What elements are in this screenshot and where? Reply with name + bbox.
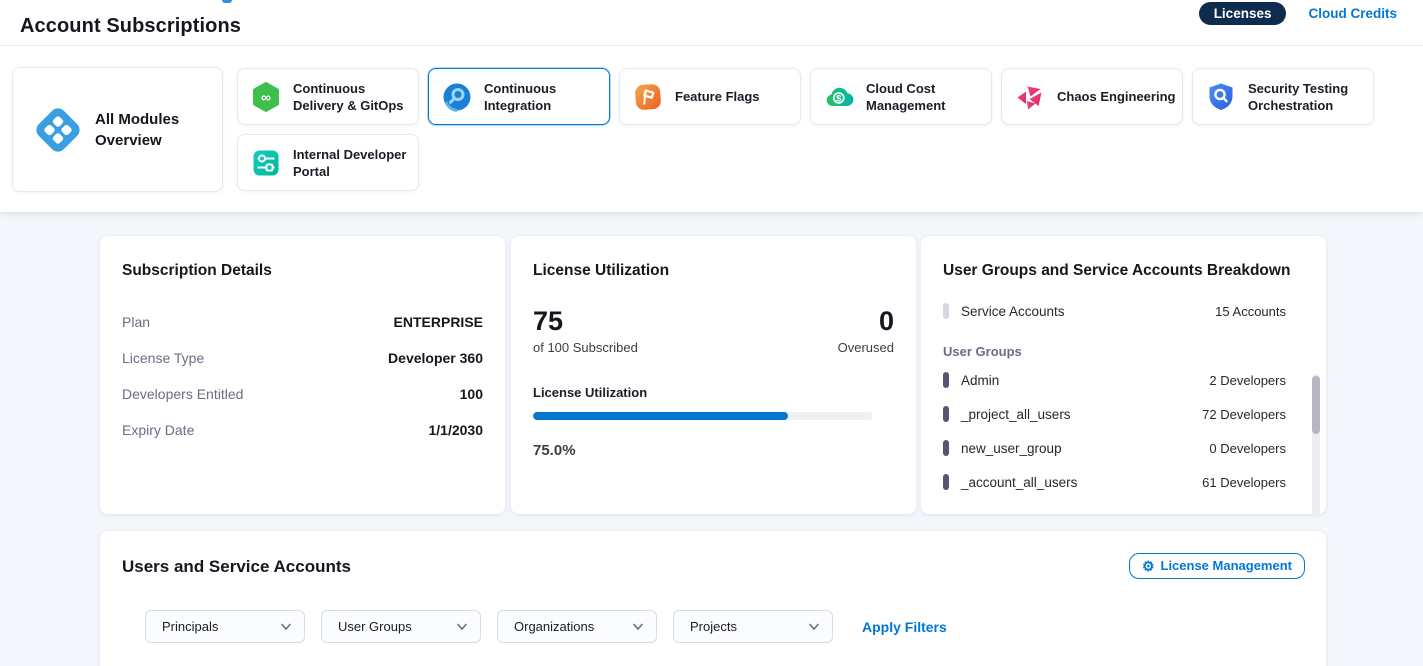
overused-count-block: 0 Overused: [838, 306, 894, 355]
user-groups-heading: User Groups: [943, 344, 1304, 359]
user-groups-filter-dropdown[interactable]: User Groups: [321, 610, 481, 643]
service-accounts-row: Service Accounts 15 Accounts: [943, 294, 1304, 328]
cloud-credits-link[interactable]: Cloud Credits: [1308, 6, 1397, 21]
chevron-down-icon: [632, 623, 644, 631]
all-modules-overview-label: All Modules Overview: [95, 109, 191, 151]
module-card-cd-gitops[interactable]: ∞ Continuous Delivery & GitOps: [237, 68, 419, 125]
breakdown-title: User Groups and Service Accounts Breakdo…: [943, 262, 1304, 280]
top-zone: Account Subscriptions Licenses Cloud Cre…: [0, 0, 1423, 212]
module-card-chaos-engineering[interactable]: Chaos Engineering: [1001, 68, 1183, 125]
filters-row: Principals User Groups Organizations Pro…: [145, 610, 947, 643]
module-card-internal-developer-portal[interactable]: Internal Developer Portal: [237, 134, 419, 191]
header-actions: Licenses Cloud Credits: [1199, 0, 1397, 26]
license-management-button[interactable]: ⚙ License Management: [1129, 553, 1305, 579]
user-group-marker: [943, 440, 949, 456]
security-testing-icon: [1205, 81, 1237, 113]
module-card-feature-flags[interactable]: Feature Flags: [619, 68, 801, 125]
cd-gitops-icon: ∞: [250, 81, 282, 113]
chevron-down-icon: [808, 623, 820, 631]
subscription-row-license-type: License Type Developer 360: [122, 340, 483, 376]
gear-icon: ⚙: [1142, 559, 1155, 573]
module-card-continuous-integration[interactable]: Continuous Integration: [428, 68, 610, 125]
licenses-tab-button[interactable]: Licenses: [1199, 2, 1287, 25]
license-utilization-title: License Utilization: [533, 262, 894, 280]
utilization-percent-label: 75.0%: [533, 442, 894, 459]
users-section-title: Users and Service Accounts: [122, 557, 1304, 577]
projects-filter-dropdown[interactable]: Projects: [673, 610, 833, 643]
used-caption: of 100 Subscribed: [533, 340, 638, 355]
user-group-row: _project_all_users 72 Developers: [943, 397, 1304, 431]
user-group-row: Admin 2 Developers: [943, 363, 1304, 397]
account-subscriptions-page: Account Subscriptions Licenses Cloud Cre…: [0, 0, 1423, 666]
license-counts: 75 of 100 Subscribed 0 Overused: [533, 306, 894, 355]
chevron-down-icon: [456, 623, 468, 631]
user-group-marker: [943, 406, 949, 422]
module-card-cloud-cost[interactable]: $ Cloud Cost Management: [810, 68, 992, 125]
user-group-row: new_user_group 0 Developers: [943, 431, 1304, 465]
module-card-security-testing[interactable]: Security Testing Orchestration: [1192, 68, 1374, 125]
svg-text:$: $: [836, 93, 842, 104]
principals-filter-dropdown[interactable]: Principals: [145, 610, 305, 643]
utilization-progress-track: [533, 412, 873, 420]
users-section-card: Users and Service Accounts ⚙ License Man…: [100, 531, 1326, 666]
subscription-row-developers-entitled: Developers Entitled 100: [122, 376, 483, 412]
user-group-marker: [943, 474, 949, 490]
user-group-marker: [943, 372, 949, 388]
breakdown-card: User Groups and Service Accounts Breakdo…: [921, 236, 1326, 514]
svg-text:∞: ∞: [261, 89, 271, 105]
subscription-details-rows: Plan ENTERPRISE License Type Developer 3…: [122, 304, 483, 448]
chaos-engineering-icon: [1014, 81, 1046, 113]
subscription-details-title: Subscription Details: [122, 262, 483, 280]
overused-count: 0: [838, 306, 894, 336]
utilization-bar-label: License Utilization: [533, 385, 894, 400]
breakdown-scrollbar-thumb[interactable]: [1312, 376, 1320, 434]
continuous-integration-icon: [441, 81, 473, 113]
breakdown-scrollbar-track: [1312, 374, 1320, 514]
chevron-down-icon: [280, 623, 292, 631]
all-modules-logo-icon: [33, 105, 83, 155]
clipped-tab-icon: [222, 0, 232, 3]
apply-filters-link[interactable]: Apply Filters: [862, 619, 947, 635]
subscription-details-card: Subscription Details Plan ENTERPRISE Lic…: [100, 236, 505, 514]
cloud-cost-icon: $: [823, 81, 855, 113]
service-accounts-marker: [943, 303, 949, 319]
user-group-row: _account_all_users 61 Developers: [943, 465, 1304, 499]
utilization-progress-fill: [533, 412, 788, 420]
subscribed-count-block: 75 of 100 Subscribed: [533, 306, 638, 355]
page-header: Account Subscriptions Licenses Cloud Cre…: [0, 0, 1423, 46]
license-utilization-card: License Utilization 75 of 100 Subscribed…: [511, 236, 916, 514]
organizations-filter-dropdown[interactable]: Organizations: [497, 610, 657, 643]
overused-caption: Overused: [838, 340, 894, 355]
feature-flags-icon: [632, 81, 664, 113]
all-modules-overview-card[interactable]: All Modules Overview: [12, 67, 223, 192]
user-groups-list: Admin 2 Developers _project_all_users 72…: [943, 363, 1304, 499]
module-grid: ∞ Continuous Delivery & GitOps Continuou…: [237, 68, 1377, 191]
page-title: Account Subscriptions: [20, 15, 241, 38]
used-count: 75: [533, 306, 638, 336]
subscription-row-plan: Plan ENTERPRISE: [122, 304, 483, 340]
internal-developer-portal-icon: [250, 147, 282, 179]
subscription-row-expiry-date: Expiry Date 1/1/2030: [122, 412, 483, 448]
